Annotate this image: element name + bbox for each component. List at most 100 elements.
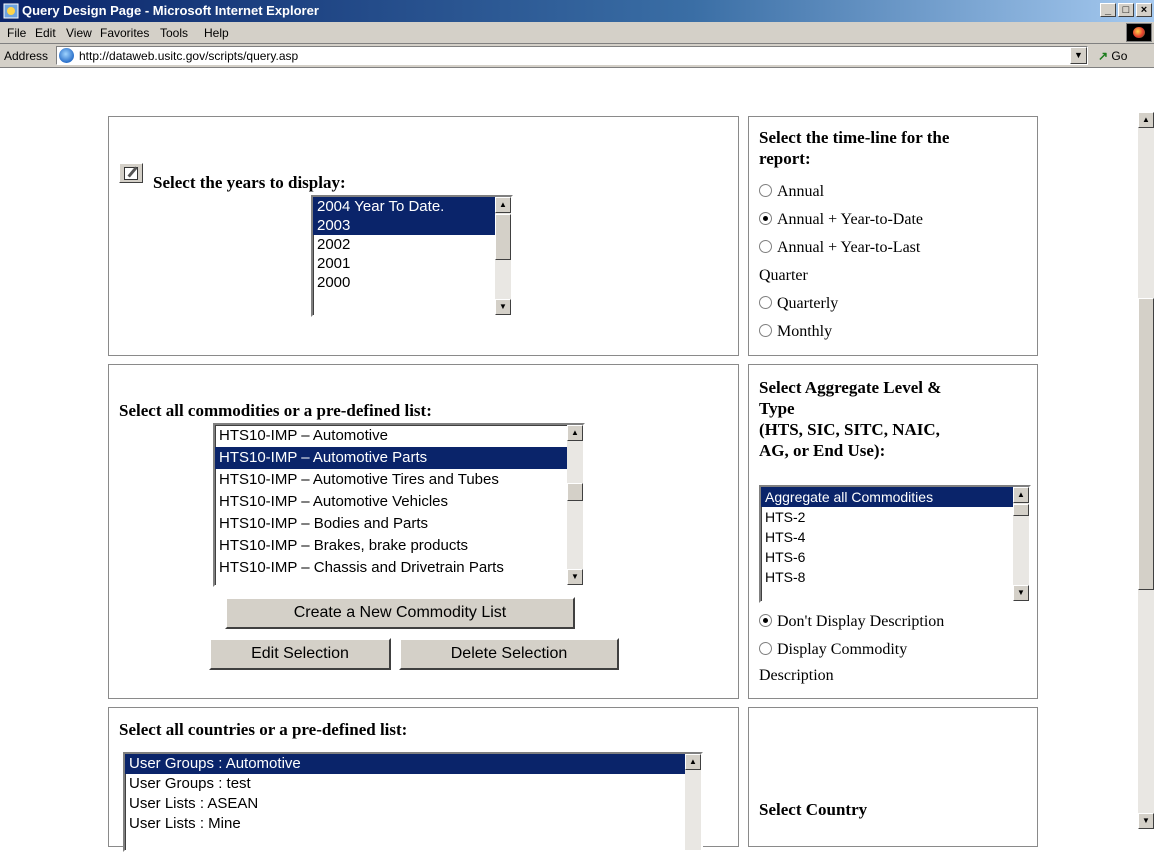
description-option-off[interactable]: Don't Display Description: [759, 613, 944, 631]
timeline-option-label: Annual: [777, 183, 825, 200]
year-option[interactable]: 2002: [313, 235, 511, 254]
country-group-option[interactable]: User Groups : Automotive: [125, 754, 701, 774]
edit-selection-button[interactable]: Edit Selection: [209, 638, 391, 670]
go-label: Go: [1111, 49, 1128, 63]
aggregate-option[interactable]: HTS-8: [761, 567, 1029, 587]
create-commodity-list-button[interactable]: Create a New Commodity List: [225, 597, 575, 629]
timeline-option-label: Annual + Year-to-Date: [777, 211, 923, 228]
radio-icon[interactable]: [759, 323, 772, 337]
aggregate-heading-line: AG, or End Use):: [759, 441, 886, 460]
menu-file[interactable]: File: [7, 26, 26, 40]
scroll-down-icon[interactable]: ▼: [1138, 813, 1154, 829]
commodities-scrollbar[interactable]: ▲ ▼: [567, 425, 583, 585]
radio-icon[interactable]: [759, 295, 772, 309]
commodity-option[interactable]: HTS10-IMP – Automotive Vehicles: [215, 491, 583, 513]
aggregate-option[interactable]: HTS-4: [761, 527, 1029, 547]
menu-view[interactable]: View: [66, 26, 92, 40]
commodity-option[interactable]: HTS10-IMP – Automotive: [215, 425, 583, 447]
scroll-down-icon[interactable]: ▼: [1013, 585, 1029, 601]
scroll-up-icon[interactable]: ▲: [685, 754, 701, 770]
year-option[interactable]: 2004 Year To Date.: [313, 197, 511, 216]
scroll-thumb[interactable]: [495, 214, 511, 260]
aggregate-option[interactable]: Aggregate all Commodities: [761, 487, 1029, 507]
commodities-listbox[interactable]: HTS10-IMP – Automotive HTS10-IMP – Autom…: [213, 423, 585, 587]
commodity-option[interactable]: HTS10-IMP – Automotive Parts: [215, 447, 583, 469]
countries-heading: Select all countries or a pre-defined li…: [119, 720, 408, 739]
timeline-heading-line: report:: [759, 149, 811, 168]
timeline-option-label: Annual + Year-to-Last: [777, 239, 921, 256]
radio-icon[interactable]: [759, 641, 772, 655]
radio-icon[interactable]: [759, 211, 772, 225]
country-group-option[interactable]: User Groups : test: [125, 774, 701, 794]
timeline-option-annual[interactable]: Annual: [759, 183, 824, 201]
address-url[interactable]: http://dataweb.usitc.gov/scripts/query.a…: [79, 49, 298, 63]
page-scrollbar[interactable]: ▲ ▼: [1138, 112, 1154, 829]
commodity-option[interactable]: HTS10-IMP – Bodies and Parts: [215, 513, 583, 535]
countries-listbox[interactable]: User Groups : Automotive User Groups : t…: [123, 752, 703, 852]
scroll-up-icon[interactable]: ▲: [495, 197, 511, 213]
country-group-option[interactable]: User Lists : ASEAN: [125, 794, 701, 814]
delete-selection-button[interactable]: Delete Selection: [399, 638, 619, 670]
scroll-down-icon[interactable]: ▼: [495, 299, 511, 315]
commodities-heading: Select all commodities or a pre-defined …: [119, 401, 432, 420]
country-heading: Select Country: [759, 800, 868, 819]
description-option-label: Display Commodity: [777, 641, 908, 658]
title-bar: Query Design Page - Microsoft Internet E…: [0, 0, 1154, 22]
ie-page-icon: [3, 3, 19, 19]
minimize-button[interactable]: _: [1100, 3, 1116, 17]
description-option-label-continuation: Description: [759, 667, 834, 684]
scroll-thumb[interactable]: [1013, 504, 1029, 516]
window-title: Query Design Page - Microsoft Internet E…: [22, 3, 319, 18]
commodity-option[interactable]: HTS10-IMP – Brakes, brake products: [215, 535, 583, 557]
countries-scrollbar[interactable]: ▲: [685, 754, 701, 850]
radio-icon[interactable]: [759, 613, 772, 627]
scroll-thumb[interactable]: [1138, 298, 1154, 590]
menu-favorites[interactable]: Favorites: [100, 26, 149, 40]
year-option[interactable]: 2000: [313, 273, 511, 292]
scroll-thumb[interactable]: [567, 483, 583, 501]
commodity-option[interactable]: HTS10-IMP – Chassis and Drivetrain Parts: [215, 557, 583, 579]
aggregate-option[interactable]: HTS-6: [761, 547, 1029, 567]
menu-tools[interactable]: Tools: [160, 26, 188, 40]
timeline-option-quarterly[interactable]: Quarterly: [759, 295, 838, 313]
timeline-option-label: Monthly: [777, 323, 833, 340]
scroll-up-icon[interactable]: ▲: [1138, 112, 1154, 128]
timeline-option-monthly[interactable]: Monthly: [759, 323, 832, 341]
go-arrow-icon: ↗: [1098, 49, 1109, 63]
years-panel: Select the years to display: 2004 Year T…: [108, 116, 739, 356]
timeline-panel: Select the time-line for the report: Ann…: [748, 116, 1038, 356]
close-button[interactable]: ×: [1136, 3, 1152, 17]
menu-help[interactable]: Help: [204, 26, 229, 40]
aggregate-heading-line: Type: [759, 399, 795, 418]
edit-note-icon: [119, 163, 143, 183]
timeline-option-annual-ytlq[interactable]: Annual + Year-to-Last: [759, 239, 920, 257]
scroll-down-icon[interactable]: ▼: [567, 569, 583, 585]
aggregate-heading-line: Select Aggregate Level &: [759, 378, 942, 397]
year-option[interactable]: 2001: [313, 254, 511, 273]
address-dropdown-icon[interactable]: ▼: [1070, 47, 1087, 64]
radio-icon[interactable]: [759, 239, 772, 253]
commodity-option[interactable]: HTS10-IMP – Automotive Tires and Tubes: [215, 469, 583, 491]
radio-icon[interactable]: [759, 183, 772, 197]
aggregate-listbox[interactable]: Aggregate all Commodities HTS-2 HTS-4 HT…: [759, 485, 1031, 603]
address-field[interactable]: http://dataweb.usitc.gov/scripts/query.a…: [56, 46, 1088, 65]
address-bar: Address http://dataweb.usitc.gov/scripts…: [0, 44, 1154, 68]
description-option-label: Don't Display Description: [777, 613, 945, 630]
page-icon: [59, 48, 74, 63]
years-scrollbar[interactable]: ▲ ▼: [495, 197, 511, 315]
timeline-option-annual-ytd[interactable]: Annual + Year-to-Date: [759, 211, 923, 229]
year-option[interactable]: 2003: [313, 216, 511, 235]
scroll-up-icon[interactable]: ▲: [1013, 487, 1029, 503]
menu-edit[interactable]: Edit: [35, 26, 56, 40]
timeline-option-label: Quarterly: [777, 295, 839, 312]
country-group-option[interactable]: User Lists : Mine: [125, 814, 701, 834]
years-listbox[interactable]: 2004 Year To Date. 2003 2002 2001 2000 ▲…: [311, 195, 513, 317]
address-label: Address: [4, 49, 49, 63]
scroll-up-icon[interactable]: ▲: [567, 425, 583, 441]
description-option-on[interactable]: Display Commodity: [759, 641, 907, 659]
aggregate-heading: Select Aggregate Level & Type (HTS, SIC,…: [759, 377, 941, 461]
aggregate-scrollbar[interactable]: ▲ ▼: [1013, 487, 1029, 601]
go-button[interactable]: ↗ Go: [1098, 49, 1127, 63]
maximize-button[interactable]: □: [1118, 3, 1134, 17]
aggregate-option[interactable]: HTS-2: [761, 507, 1029, 527]
